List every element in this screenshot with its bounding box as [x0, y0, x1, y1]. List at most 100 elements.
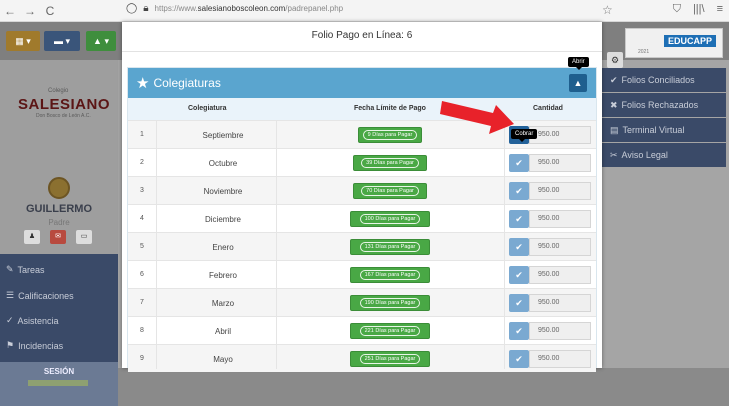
collapse-button[interactable]: ▲ [569, 74, 587, 92]
cobrar-check-button[interactable]: ✔ [509, 322, 529, 340]
right-item-aviso-legal[interactable]: ✂ Aviso Legal [602, 143, 726, 167]
tool-icon: ✂ [610, 149, 618, 160]
row-number: 5 [140, 243, 144, 250]
left-sidebar: Colegio SALESIANO Don Bosco de León A.C.… [0, 60, 118, 406]
browser-toolbar: ← → C [0, 0, 729, 22]
sidebar-item-asistencia[interactable]: ✓ Asistencia [6, 315, 59, 326]
month-label: Enero [212, 243, 234, 252]
check-icon: ✔ [515, 242, 523, 252]
reload-button[interactable]: C [40, 4, 60, 18]
cobrar-check-button[interactable]: ✔ [509, 238, 529, 256]
amount-field: 950.00 [529, 266, 591, 284]
due-date-text: 190 Días para Pagar [359, 298, 421, 308]
due-date-text: 100 Días para Pagar [359, 214, 421, 224]
month-label: Febrero [208, 271, 237, 280]
amount-field: 950.00 [529, 210, 591, 228]
table-row: 2 Octubre 39 Días para Pagar ✔ 950.00 [128, 148, 596, 176]
amount-field: 950.00 [529, 322, 591, 340]
due-date-badge: 167 Días para Pagar [350, 267, 430, 283]
month-label: Noviembre [203, 187, 243, 196]
sidebar-item-incidencias[interactable]: ⚑ Incidencias [6, 340, 63, 351]
due-date-text: 70 Días para Pagar [361, 186, 419, 196]
pocket-icon[interactable]: ⛉ [673, 3, 681, 16]
panel-header: ★ Colegiaturas [128, 68, 596, 98]
due-date-text: 221 Días para Pagar [359, 326, 421, 336]
cobrar-check-button[interactable]: ✔ [509, 294, 529, 312]
library-icon[interactable]: |||\ [693, 3, 705, 16]
due-date-text: 251 Días para Pagar [359, 354, 421, 364]
due-date-badge: 100 Días para Pagar [350, 211, 430, 227]
table-row: 7 Marzo 190 Días para Pagar ✔ 950.00 [128, 288, 596, 316]
back-button[interactable]: ← [0, 4, 20, 18]
cobrar-check-button[interactable]: ✔ [509, 266, 529, 284]
month-label: Mayo [213, 355, 233, 364]
menu-button-2[interactable]: ▬ ▾ [44, 31, 80, 51]
row-number: 4 [140, 215, 144, 222]
school-logo: Colegio SALESIANO Don Bosco de León A.C. [18, 88, 111, 119]
payment-modal: Folio Pago en Línea: 6 ★ Colegiaturas ▲ … [122, 22, 602, 372]
right-item-terminal-virtual[interactable]: ▤ Terminal Virtual [602, 118, 726, 142]
lock-icon: 🔒︎ [143, 3, 149, 14]
due-date-badge: 39 Días para Pagar [353, 155, 427, 171]
star-icon: ★ [136, 75, 150, 92]
th-cantidad: Cantidad [533, 105, 563, 112]
user-icon[interactable]: ♟ [24, 230, 40, 244]
check-icon: ✔ [515, 158, 523, 168]
column-divider [504, 120, 505, 369]
hamburger-menu-icon[interactable]: ≡ [717, 3, 723, 16]
url-text[interactable]: https://www.salesianoboscoleon.com/padre… [155, 4, 344, 13]
right-item-folios-conciliados[interactable]: ✔ Folios Conciliados [602, 68, 726, 92]
check-circle-icon: ✓ [6, 315, 14, 325]
check-icon: ✔ [515, 354, 523, 364]
user-role: Padre [48, 218, 70, 227]
row-number: 8 [140, 327, 144, 334]
mail-icon[interactable]: ✉ [50, 230, 66, 244]
right-item-folios-rechazados[interactable]: ✖ Folios Rechazados [602, 93, 726, 117]
column-divider [156, 120, 157, 369]
shield-icon: ◯ [126, 3, 138, 14]
check-icon: ✔ [515, 298, 523, 308]
check-icon: ✔ [515, 326, 523, 336]
table-row: 4 Diciembre 100 Días para Pagar ✔ 950.00 [128, 204, 596, 232]
row-number: 9 [140, 355, 144, 362]
list-icon: ☰ [6, 290, 15, 300]
sidebar-item-calificaciones[interactable]: ☰ Calificaciones [6, 290, 74, 301]
cobrar-check-button[interactable]: ✔ [509, 350, 529, 368]
cobrar-check-button[interactable]: ✔ [509, 182, 529, 200]
sidebar-item-tareas[interactable]: ✎ Tareas [6, 264, 45, 275]
menu-button-1[interactable]: ▦ ▾ [6, 31, 40, 51]
row-number: 7 [140, 299, 144, 306]
month-label: Diciembre [204, 215, 241, 224]
cobrar-check-button[interactable]: ✔ [509, 210, 529, 228]
column-divider [276, 120, 277, 369]
due-date-badge: 190 Días para Pagar [350, 295, 430, 311]
tooltip-abrir: Abrir [568, 57, 589, 70]
chevron-up-icon: ▲ [573, 78, 583, 88]
amount-field: 950.00 [529, 238, 591, 256]
row-number: 1 [140, 131, 144, 138]
check-icon: ✔ [610, 74, 618, 85]
th-fecha: Fecha Límite de Pago [354, 105, 426, 112]
monitor-icon[interactable]: ▭ [76, 230, 92, 244]
tooltip-cobrar: Cobrar [511, 129, 538, 142]
cobrar-check-button[interactable]: ✔ [509, 154, 529, 172]
month-label: Octubre [208, 159, 238, 168]
panel-title: Colegiaturas [153, 76, 221, 90]
th-colegiatura: Colegiatura [188, 105, 227, 112]
amount-field: 950.00 [529, 182, 591, 200]
url-bar[interactable]: ◯ 🔒︎ https://www.salesianoboscoleon.com/… [126, 3, 343, 14]
session-box: SESIÓN [0, 362, 118, 406]
bookmark-star-icon[interactable]: ☆ [602, 3, 613, 17]
table-row: 6 Febrero 167 Días para Pagar ✔ 950.00 [128, 260, 596, 288]
amount-field: 950.00 [529, 126, 591, 144]
amount-field: 950.00 [529, 350, 591, 368]
amount-field: 950.00 [529, 294, 591, 312]
check-icon: ✔ [515, 270, 523, 280]
due-date-badge: 9 Días para Pagar [358, 127, 422, 143]
gear-icon[interactable]: ⚙ [607, 52, 623, 68]
menu-button-3[interactable]: ▲ ▾ [86, 31, 116, 51]
row-number: 3 [140, 187, 144, 194]
due-date-badge: 221 Días para Pagar [350, 323, 430, 339]
forward-button[interactable]: → [20, 4, 40, 18]
modal-title: Folio Pago en Línea: 6 [122, 22, 602, 52]
